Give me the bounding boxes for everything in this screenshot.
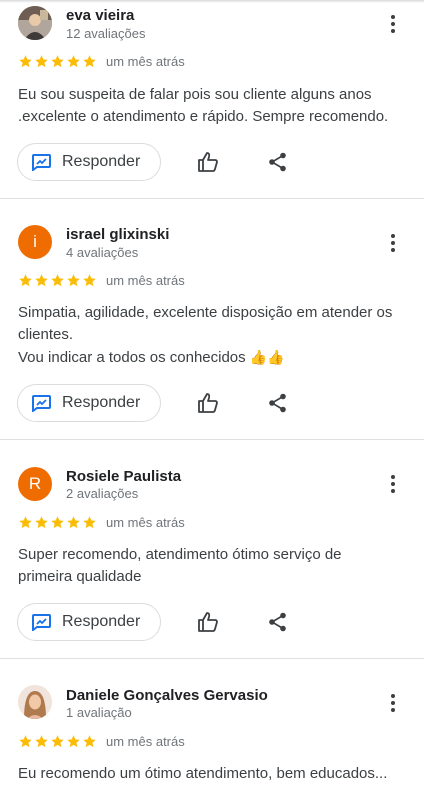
like-button[interactable] xyxy=(193,147,223,177)
star-icon xyxy=(35,735,48,748)
review-text-line: Super recomendo, atendimento ótimo servi… xyxy=(18,546,342,585)
review-text: Eu recomendo um ótimo atendimento, bem e… xyxy=(18,763,410,785)
reviewer-avatar[interactable]: R xyxy=(18,467,52,501)
star-icon xyxy=(35,55,48,68)
reviewer-avatar[interactable] xyxy=(18,685,52,719)
like-button[interactable] xyxy=(193,607,223,637)
share-button[interactable] xyxy=(263,388,293,418)
star-icon xyxy=(67,274,80,287)
reviewer-name[interactable]: Daniele Gonçalves Gervasio xyxy=(66,687,268,704)
review-time: um mês atrás xyxy=(106,515,185,530)
like-button[interactable] xyxy=(193,388,223,418)
review-time: um mês atrás xyxy=(106,273,185,288)
avatar-letter: R xyxy=(28,474,42,493)
star-icon xyxy=(51,516,64,529)
rating-row: um mês atrás xyxy=(18,515,185,530)
review-card: eva vieira 12 avaliações um mês atrás Eu… xyxy=(0,0,424,198)
reviewer-name[interactable]: eva vieira xyxy=(66,7,134,24)
reply-label: Responder xyxy=(62,394,141,411)
reviewer-review-count: 1 avaliação xyxy=(66,705,132,720)
review-text-line: Eu sou suspeita de falar pois sou client… xyxy=(18,86,389,125)
share-icon xyxy=(269,612,286,632)
more-vert-icon xyxy=(391,694,395,712)
review-text: Simpatia, agilidade, excelente disposiçã… xyxy=(18,302,410,369)
more-options-button[interactable] xyxy=(380,690,406,716)
reply-label: Responder xyxy=(62,153,141,170)
thumb-up-icon xyxy=(198,152,218,172)
review-card: R Rosiele Paulista 2 avaliações um mês a… xyxy=(0,440,424,658)
reply-button[interactable]: Responder xyxy=(17,384,161,422)
more-options-button[interactable] xyxy=(380,230,406,256)
thumbs-up-emoji: 👍👍 xyxy=(249,349,285,365)
review-card: Daniele Gonçalves Gervasio 1 avaliação u… xyxy=(0,659,424,800)
rating-row: um mês atrás xyxy=(18,54,185,69)
star-icon xyxy=(51,274,64,287)
star-icon xyxy=(67,55,80,68)
reviewer-review-count: 12 avaliações xyxy=(66,26,146,41)
review-text-line-content: Vou indicar a todos os conhecidos xyxy=(18,349,246,366)
star-icon xyxy=(19,274,32,287)
reply-icon xyxy=(32,394,51,412)
review-time: um mês atrás xyxy=(106,734,185,749)
reviewer-review-count: 2 avaliações xyxy=(66,486,139,501)
star-icon xyxy=(19,55,32,68)
share-button[interactable] xyxy=(263,607,293,637)
reply-button[interactable]: Responder xyxy=(17,603,161,641)
more-vert-icon xyxy=(391,15,395,33)
review-text-line: Eu recomendo um ótimo atendimento, bem e… xyxy=(18,765,388,782)
avatar-photo-icon xyxy=(18,6,52,40)
share-icon xyxy=(269,152,286,172)
star-rating xyxy=(18,54,97,69)
reviewer-name[interactable]: Rosiele Paulista xyxy=(66,468,181,485)
rating-row: um mês atrás xyxy=(18,734,185,749)
star-icon xyxy=(83,735,96,748)
star-icon xyxy=(67,735,80,748)
review-card: i israel glixinski 4 avaliações um mês a… xyxy=(0,199,424,439)
more-vert-icon xyxy=(391,475,395,493)
thumb-up-icon xyxy=(198,612,218,632)
reviewer-review-count: 4 avaliações xyxy=(66,245,139,260)
more-options-button[interactable] xyxy=(380,471,406,497)
review-text: Eu sou suspeita de falar pois sou client… xyxy=(18,84,410,128)
avatar-photo-icon xyxy=(18,685,52,719)
reply-label: Responder xyxy=(62,613,141,630)
star-icon xyxy=(19,516,32,529)
more-vert-icon xyxy=(391,234,395,252)
more-options-button[interactable] xyxy=(380,11,406,37)
star-icon xyxy=(51,55,64,68)
star-icon xyxy=(83,55,96,68)
reply-icon xyxy=(32,153,51,171)
reply-icon xyxy=(32,613,51,631)
star-icon xyxy=(67,516,80,529)
reviewer-name[interactable]: israel glixinski xyxy=(66,226,169,243)
thumb-up-icon xyxy=(198,393,218,413)
reviewer-avatar[interactable] xyxy=(18,6,52,40)
rating-row: um mês atrás xyxy=(18,273,185,288)
review-text-line: Simpatia, agilidade, excelente disposiçã… xyxy=(18,304,393,343)
star-icon xyxy=(83,516,96,529)
star-icon xyxy=(51,735,64,748)
star-icon xyxy=(19,735,32,748)
star-icon xyxy=(83,274,96,287)
review-time: um mês atrás xyxy=(106,54,185,69)
review-text: Super recomendo, atendimento ótimo servi… xyxy=(18,544,378,588)
review-text-line: Vou indicar a todos os conhecidos 👍👍 xyxy=(18,346,410,369)
reviewer-avatar[interactable]: i xyxy=(18,225,52,259)
share-icon xyxy=(269,393,286,413)
reply-button[interactable]: Responder xyxy=(17,143,161,181)
star-icon xyxy=(35,274,48,287)
share-button[interactable] xyxy=(263,147,293,177)
avatar-letter: i xyxy=(33,232,37,251)
star-rating xyxy=(18,273,97,288)
star-icon xyxy=(35,516,48,529)
star-rating xyxy=(18,734,97,749)
star-rating xyxy=(18,515,97,530)
